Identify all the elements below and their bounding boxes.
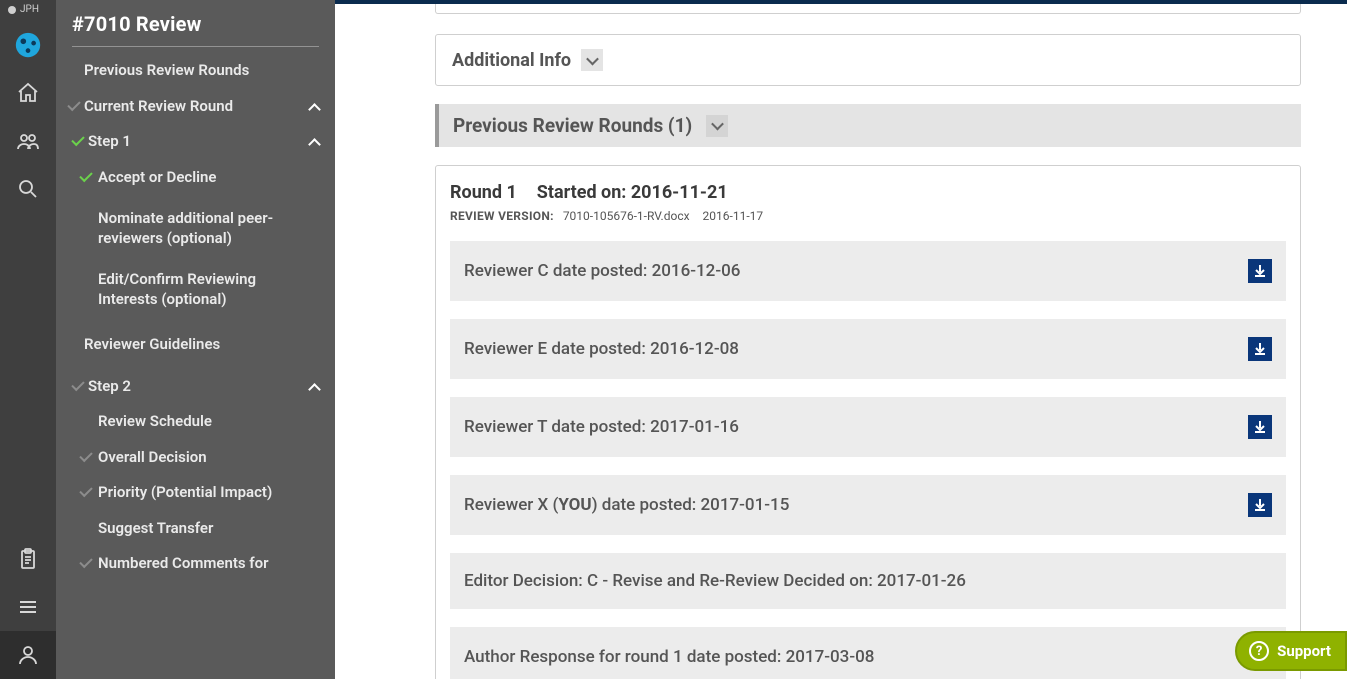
- download-icon[interactable]: [1248, 337, 1272, 361]
- previous-rounds-label: Previous Review Rounds (1): [453, 114, 692, 137]
- divider: [72, 46, 319, 47]
- additional-info-panel: Additional Info: [435, 34, 1301, 86]
- row-text: Reviewer C date posted: 2016-12-06: [464, 261, 740, 281]
- nav-numbered-comments[interactable]: Numbered Comments for: [56, 546, 335, 582]
- author-response-row[interactable]: Author Response for round 1 date posted:…: [450, 627, 1286, 679]
- nav-overall-decision[interactable]: Overall Decision: [56, 440, 335, 476]
- download-icon[interactable]: [1248, 259, 1272, 283]
- nav-interests[interactable]: Edit/Confirm Reviewing Interests (option…: [56, 256, 335, 317]
- editor-decision-row[interactable]: Editor Decision: C - Revise and Re-Revie…: [450, 553, 1286, 609]
- nav-transfer[interactable]: Suggest Transfer: [56, 511, 335, 547]
- row-text: Author Response for round 1 date posted:…: [464, 647, 874, 667]
- support-label: Support: [1277, 642, 1331, 660]
- page-title: #7010 Review: [56, 0, 335, 46]
- support-button[interactable]: ? Support: [1235, 631, 1347, 671]
- row-text: Reviewer E date posted: 2016-12-08: [464, 339, 739, 359]
- review-version-line: REVIEW VERSION: 7010-105676-1-RV.docx 20…: [450, 209, 1286, 223]
- additional-info-header[interactable]: Additional Info: [436, 35, 1300, 85]
- nav-priority[interactable]: Priority (Potential Impact): [56, 475, 335, 511]
- search-icon[interactable]: [0, 165, 56, 213]
- org-label: JPH: [0, 0, 56, 21]
- round-1-panel: Round 1Started on: 2016-11-21 REVIEW VER…: [435, 165, 1301, 679]
- profile-icon[interactable]: [0, 631, 56, 679]
- review-version-file[interactable]: 7010-105676-1-RV.docx: [563, 209, 690, 223]
- chevron-down-icon: [581, 49, 603, 71]
- download-icon[interactable]: [1248, 493, 1272, 517]
- nav-sidebar: #7010 Review Previous Review Rounds Curr…: [56, 0, 335, 679]
- reviewer-e-row[interactable]: Reviewer E date posted: 2016-12-08: [450, 319, 1286, 379]
- home-icon[interactable]: [0, 69, 56, 117]
- row-text: Reviewer X (YOU) date posted: 2017-01-15: [464, 495, 789, 515]
- chevron-down-icon: [706, 115, 728, 137]
- reviewer-x-row[interactable]: Reviewer X (YOU) date posted: 2017-01-15: [450, 475, 1286, 535]
- row-text: Reviewer T date posted: 2017-01-16: [464, 417, 739, 437]
- logo-icon[interactable]: [0, 21, 56, 69]
- nav-previous-rounds[interactable]: Previous Review Rounds: [56, 53, 335, 89]
- reviewer-t-row[interactable]: Reviewer T date posted: 2017-01-16: [450, 397, 1286, 457]
- nav-schedule[interactable]: Review Schedule: [56, 404, 335, 440]
- nav-accept-decline[interactable]: Accept or Decline: [56, 160, 335, 196]
- main-content: Additional Info Previous Review Rounds (…: [335, 0, 1347, 679]
- nav-step-2[interactable]: Step 2: [56, 369, 335, 405]
- nav-current-round[interactable]: Current Review Round: [56, 89, 335, 125]
- menu-icon[interactable]: [0, 583, 56, 631]
- clipboard-icon[interactable]: [0, 535, 56, 583]
- review-version-date: 2016-11-17: [703, 209, 764, 223]
- nav-nominate[interactable]: Nominate additional peer-reviewers (opti…: [56, 195, 335, 256]
- previous-rounds-header[interactable]: Previous Review Rounds (1): [435, 104, 1301, 147]
- nav-step-1[interactable]: Step 1: [56, 124, 335, 160]
- additional-info-label: Additional Info: [452, 50, 571, 71]
- round-heading: Round 1Started on: 2016-11-21: [450, 182, 1286, 203]
- help-icon: ?: [1249, 641, 1269, 661]
- nav-guidelines[interactable]: Reviewer Guidelines: [56, 317, 335, 363]
- people-icon[interactable]: [0, 117, 56, 165]
- download-icon[interactable]: [1248, 415, 1272, 439]
- collapsed-panel-ghost: [435, 4, 1301, 14]
- icon-rail: JPH: [0, 0, 56, 679]
- row-text: Editor Decision: C - Revise and Re-Revie…: [464, 571, 966, 591]
- reviewer-c-row[interactable]: Reviewer C date posted: 2016-12-06: [450, 241, 1286, 301]
